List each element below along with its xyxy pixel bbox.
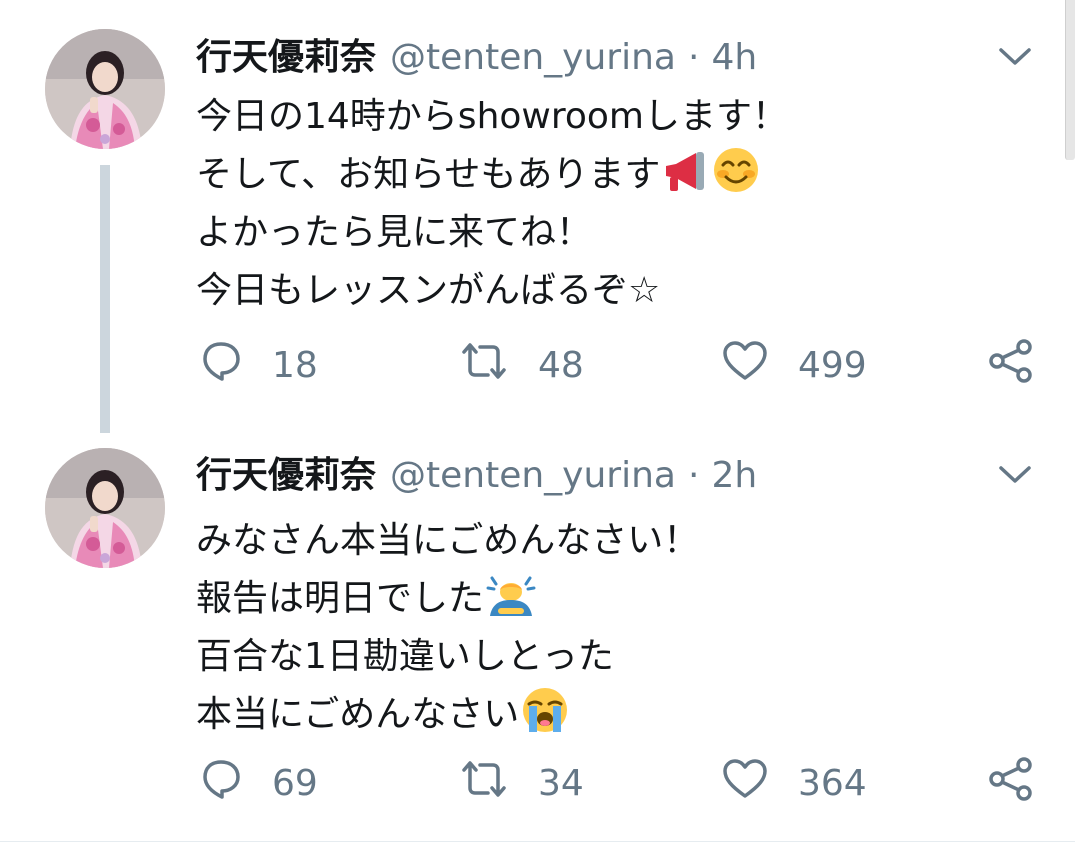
like-button[interactable]: 364 (722, 758, 867, 808)
tweet-line: そして、お知らせもあります (196, 146, 788, 204)
tweet-line: 報告は明日でした (196, 570, 699, 628)
tweet-line: みなさん本当にごめんなさい！ (196, 520, 700, 561)
retweet-button[interactable]: 34 (460, 758, 584, 808)
avatar[interactable] (45, 448, 165, 568)
share-icon (988, 338, 1034, 393)
retweet-button[interactable]: 48 (460, 340, 584, 390)
reply-icon (200, 340, 242, 391)
tweet-line: 今日もレッスンがんばるぞ☆ (196, 270, 661, 311)
retweet-icon (460, 758, 508, 809)
tweet-line: よかったら見に来てね！ (196, 212, 593, 253)
tweet[interactable]: 行天優莉奈 @tenten_yurina · 4h 今日の14時からshowro… (0, 0, 1075, 425)
chevron-down-icon[interactable] (995, 460, 1035, 490)
timestamp[interactable]: 4h (711, 33, 757, 83)
reply-icon (200, 758, 242, 809)
retweet-count: 34 (538, 762, 584, 804)
reply-button[interactable]: 69 (200, 758, 318, 808)
avatar[interactable] (45, 29, 165, 149)
tweet-header: 行天優莉奈 @tenten_yurina · 4h (196, 33, 757, 83)
share-icon (988, 756, 1034, 811)
timestamp[interactable]: 2h (711, 451, 757, 501)
tweet-line: 本当にごめんなさい (196, 686, 699, 744)
reply-button[interactable]: 18 (200, 340, 318, 390)
reply-count: 69 (272, 762, 318, 804)
retweet-count: 48 (538, 344, 584, 386)
separator: · (687, 455, 700, 496)
loudly-crying-face-emoji (521, 686, 569, 752)
share-button[interactable] (988, 338, 1034, 393)
like-count: 364 (798, 762, 867, 804)
action-bar: 18 48 499 (196, 338, 1046, 393)
reply-count: 18 (272, 344, 318, 386)
user-handle[interactable]: @tenten_yurina (390, 33, 676, 83)
user-handle[interactable]: @tenten_yurina (390, 451, 676, 501)
tweet-header: 行天優莉奈 @tenten_yurina · 2h (196, 451, 757, 501)
display-name[interactable]: 行天優莉奈 (196, 451, 376, 501)
smiling-face-emoji (712, 146, 760, 212)
like-icon (722, 340, 768, 391)
like-count: 499 (798, 344, 867, 386)
retweet-icon (460, 340, 508, 391)
tweet-text: みなさん本当にごめんなさい！ 報告は明日でした 百合な1日勘違いしとった 本当に… (196, 512, 699, 744)
tweet-line: 百合な1日勘違いしとった (196, 636, 614, 677)
like-button[interactable]: 499 (722, 340, 867, 390)
tweet-text: 今日の14時からshowroomします！ そして、お知らせもあります よかったら… (196, 88, 788, 320)
display-name[interactable]: 行天優莉奈 (196, 33, 376, 83)
like-icon (722, 758, 768, 809)
tweet-line: 今日の14時からshowroomします！ (196, 96, 788, 137)
separator: · (687, 37, 700, 78)
megaphone-emoji (662, 150, 710, 212)
share-button[interactable] (988, 756, 1034, 811)
action-bar: 69 34 364 (196, 756, 1046, 811)
tweet[interactable]: 行天優莉奈 @tenten_yurina · 2h みなさん本当にごめんなさい！… (0, 420, 1075, 842)
chevron-down-icon[interactable] (995, 42, 1035, 72)
bowing-person-emoji (486, 570, 536, 636)
